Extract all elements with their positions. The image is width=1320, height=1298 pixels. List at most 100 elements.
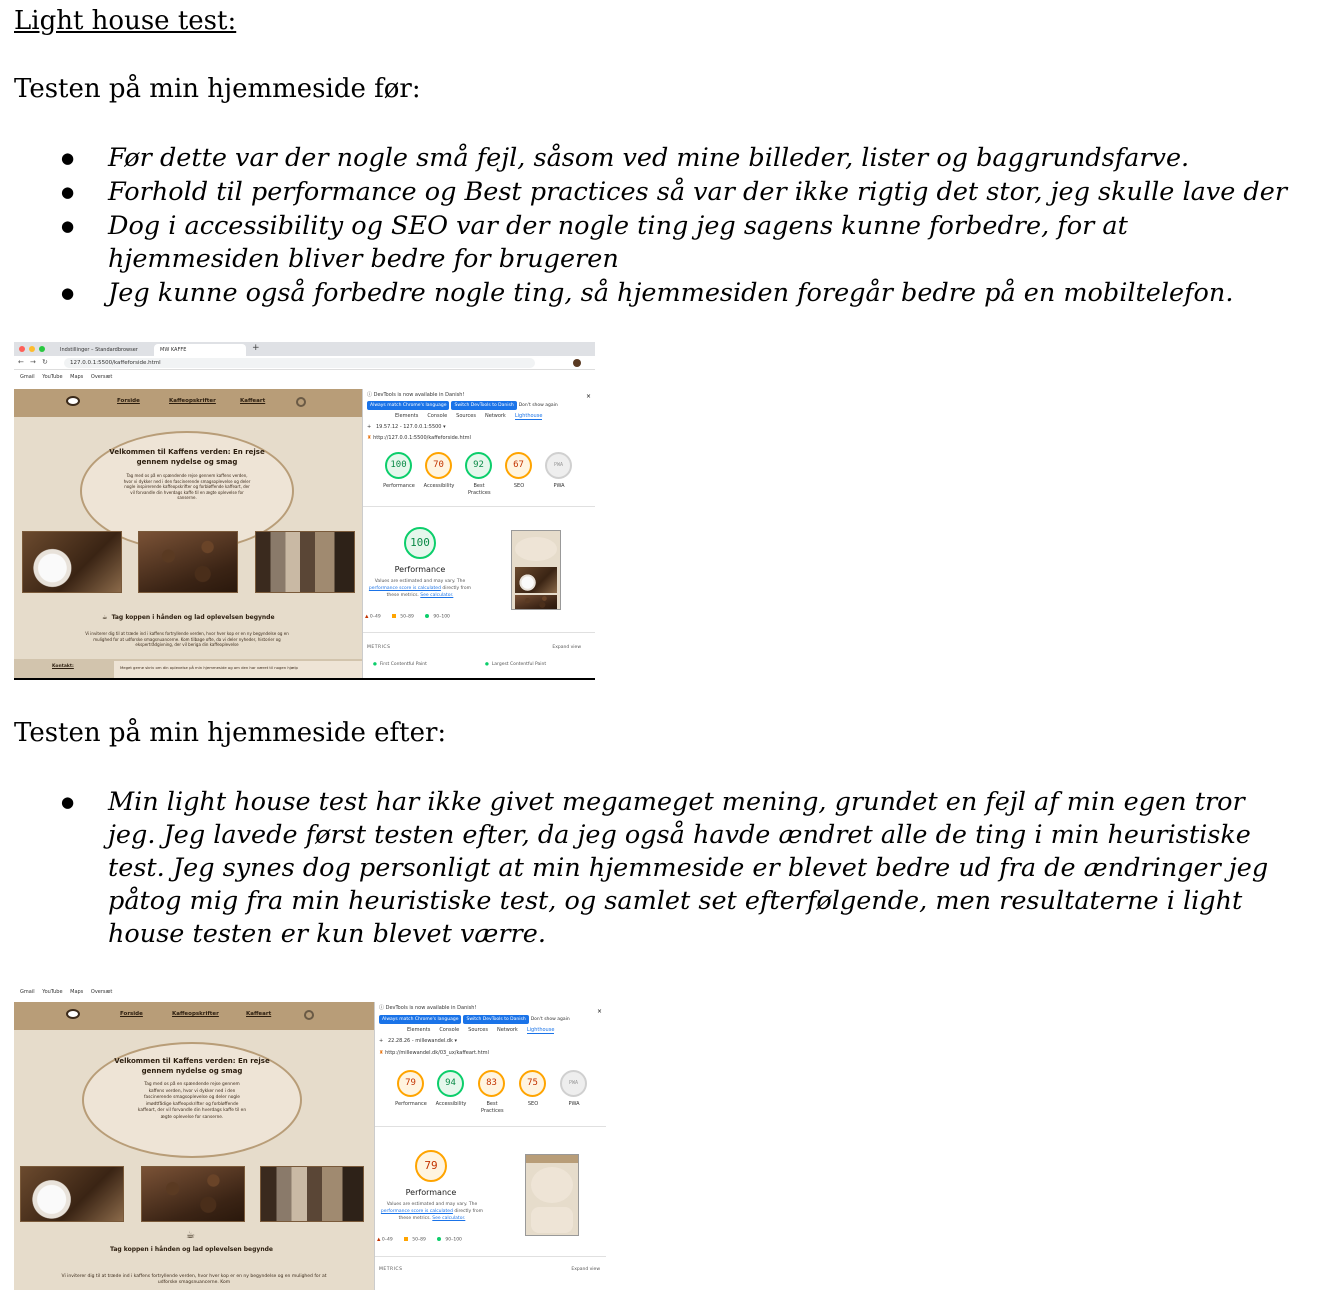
report-url-bar: ♜ http://millewandel.dk/03_ux/kaffeart.h… <box>379 1050 606 1056</box>
score-legend: ▲ 0–49 50–89 90–100 <box>365 614 450 620</box>
website-preview: Forside Kaffeopskrifter Kaffeart Velkomm… <box>14 1002 374 1290</box>
url-field[interactable]: 127.0.0.1:5500/kaffeforside.html <box>64 358 535 368</box>
switch-danish-button[interactable]: Switch DevTools to Danish <box>463 1015 529 1024</box>
info-icon: ⓘ <box>379 1005 386 1011</box>
legend-fail-label: 0–49 <box>381 1237 393 1243</box>
calculator-link[interactable]: See calculator. <box>432 1216 465 1221</box>
bookmark-translate[interactable]: Oversæt <box>91 989 113 995</box>
welcome-text: Tag med os på en spændende rejse gennem … <box>137 1082 247 1120</box>
tab-elements[interactable]: Elements <box>407 1027 430 1033</box>
info-icon: ⓘ <box>367 392 374 398</box>
back-icon[interactable]: ← <box>18 358 24 366</box>
report-selector[interactable]: + 22.28.26 - millewandel.dk ▾ <box>379 1038 606 1044</box>
match-language-button[interactable]: Always match Chrome's language <box>379 1015 462 1024</box>
forward-icon[interactable]: → <box>30 358 36 366</box>
devtools-tabs: Elements Console Sources Network Lighthouse <box>395 413 595 420</box>
coffee-cup-logo[interactable] <box>66 1009 80 1019</box>
nav-link-kaffeart[interactable]: Kaffeart <box>240 398 265 404</box>
score-gauge-accessibility[interactable]: 70 <box>425 452 452 479</box>
legend-average <box>392 614 397 618</box>
tab-console[interactable]: Console <box>439 1027 459 1033</box>
dont-show-button[interactable]: Don't show again <box>531 1017 570 1022</box>
search-icon[interactable] <box>296 397 306 407</box>
site-nav: Forside Kaffeopskrifter Kaffeart <box>14 1002 374 1030</box>
coffee-cup-logo[interactable] <box>66 396 80 406</box>
bookmark-youtube[interactable]: YouTube <box>42 374 62 380</box>
nav-link-kaffeart[interactable]: Kaffeart <box>246 1011 271 1017</box>
metrics-heading: METRICS <box>379 1267 403 1272</box>
minimize-window-dot[interactable] <box>29 346 35 352</box>
coffee-cup-photo <box>22 531 122 593</box>
tab-sources[interactable]: Sources <box>456 413 476 419</box>
list-item: Dog i accessibility og SEO var der nogle… <box>0 210 1300 276</box>
browser-tab-active[interactable]: MW KAFFE <box>154 344 246 356</box>
metric-pass-dot: ● <box>373 662 379 667</box>
score-gauge-seo[interactable]: 67 <box>505 452 532 479</box>
profile-avatar[interactable] <box>573 359 581 367</box>
calculator-link[interactable]: See calculator. <box>420 593 453 598</box>
contact-link[interactable]: Kontakt: <box>52 664 74 669</box>
divider <box>375 1126 606 1127</box>
before-screenshot: Indstillinger – Standardbrowser MW KAFFE… <box>14 342 595 680</box>
switch-danish-button[interactable]: Switch DevTools to Danish <box>451 401 517 410</box>
tab-console[interactable]: Console <box>427 413 447 419</box>
score-label: PWA <box>553 483 565 489</box>
devtools-notice-text: DevTools is now available in Danish! <box>373 392 465 398</box>
nav-link-forside[interactable]: Forside <box>120 1011 143 1017</box>
bookmark-youtube[interactable]: YouTube <box>42 989 62 995</box>
score-gauge-pwa[interactable]: PWA <box>560 1070 587 1097</box>
close-icon[interactable]: × <box>597 1008 602 1015</box>
bookmark-translate[interactable]: Oversæt <box>91 374 113 380</box>
tagline-text: Tag koppen i hånden og lad oplevelsen be… <box>111 614 275 621</box>
coffee-beans-photo <box>138 531 238 593</box>
divider <box>363 506 595 507</box>
reload-icon[interactable]: ↻ <box>42 358 48 366</box>
score-legend: ▲ 0–49 50–89 90–100 <box>377 1237 462 1243</box>
tab-sources[interactable]: Sources <box>468 1027 488 1033</box>
score-gauge-best-practices[interactable]: 92 <box>465 452 492 479</box>
score-gauge-accessibility[interactable]: 94 <box>437 1070 464 1097</box>
tab-lighthouse[interactable]: Lighthouse <box>526 1027 555 1034</box>
devtools-panel: ⓘ DevTools is now available in Danish! ×… <box>362 389 595 678</box>
list-item: Jeg kunne også forbedre nogle ting, så h… <box>0 277 1300 310</box>
bookmark-maps[interactable]: Maps <box>70 374 83 380</box>
search-icon[interactable] <box>304 1010 314 1020</box>
tab-elements[interactable]: Elements <box>395 413 418 419</box>
before-bullet-list: Før dette var der nogle små fejl, såsom … <box>0 142 1300 311</box>
thumbnail-photo <box>515 567 557 593</box>
expand-view-link[interactable]: Expand view <box>571 1267 600 1272</box>
performance-title: Performance <box>394 565 446 574</box>
score-calculated-link[interactable]: performance score is calculated <box>381 1209 453 1214</box>
score-calculated-link[interactable]: performance score is calculated <box>369 586 441 591</box>
score-gauge-performance[interactable]: 100 <box>385 452 412 479</box>
maximize-window-dot[interactable] <box>39 346 45 352</box>
score-gauge-pwa[interactable]: PWA <box>545 452 572 479</box>
legend-pass-label: 90–100 <box>445 1237 462 1243</box>
score-gauge-performance[interactable]: 79 <box>397 1070 424 1097</box>
dont-show-button[interactable]: Don't show again <box>519 403 558 408</box>
bookmark-gmail[interactable]: Gmail <box>20 374 35 380</box>
close-icon[interactable]: × <box>586 393 591 400</box>
report-time: 19.57.12 - 127.0.0.1:5500 <box>375 424 442 430</box>
nav-link-kaffeopskrifter[interactable]: Kaffeopskrifter <box>172 1011 219 1017</box>
tab-network[interactable]: Network <box>497 1027 518 1033</box>
nav-link-kaffeopskrifter[interactable]: Kaffeopskrifter <box>169 398 216 404</box>
new-tab-icon[interactable]: + <box>252 343 260 353</box>
legend-fail-label: 0–49 <box>369 614 381 620</box>
close-window-dot[interactable] <box>19 346 25 352</box>
expand-view-link[interactable]: Expand view <box>552 645 581 650</box>
match-language-button[interactable]: Always match Chrome's language <box>367 401 450 410</box>
coffee-cup-photo <box>20 1166 124 1222</box>
bookmark-maps[interactable]: Maps <box>70 989 83 995</box>
devtools-language-bar: Always match Chrome's language Switch Dev… <box>367 401 595 410</box>
score-gauge-seo[interactable]: 75 <box>519 1070 546 1097</box>
bookmark-gmail[interactable]: Gmail <box>20 989 35 995</box>
report-selector[interactable]: + 19.57.12 - 127.0.0.1:5500 ▾ <box>367 424 595 430</box>
page-thumbnail <box>525 1154 579 1236</box>
browser-tab-settings[interactable]: Indstillinger – Standardbrowser <box>54 344 144 356</box>
nav-link-forside[interactable]: Forside <box>117 398 140 404</box>
footer-box: Meget gerne skriv om din oplevelse på mi… <box>114 661 362 678</box>
tab-network[interactable]: Network <box>485 413 506 419</box>
score-gauge-best-practices[interactable]: 83 <box>478 1070 505 1097</box>
tab-lighthouse[interactable]: Lighthouse <box>514 413 543 420</box>
